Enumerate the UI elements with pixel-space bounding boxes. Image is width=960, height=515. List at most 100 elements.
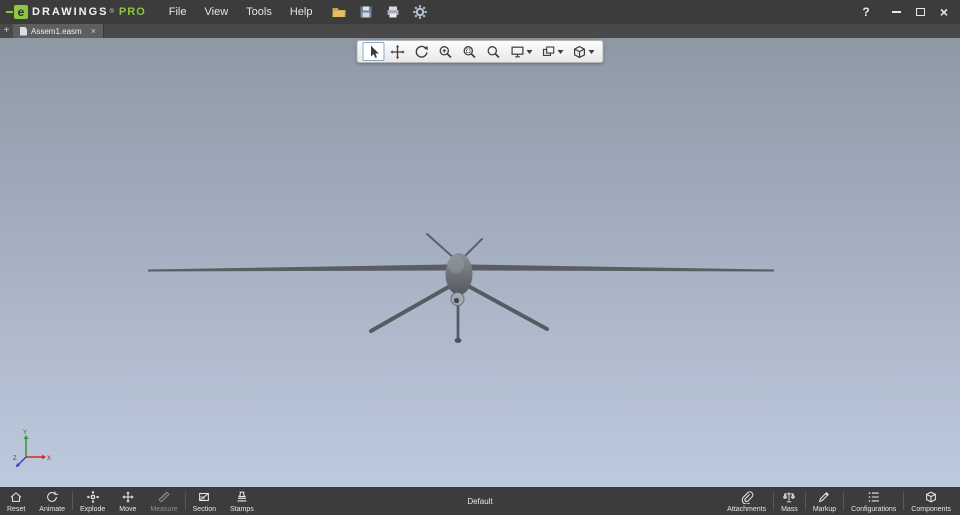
model-views-button[interactable] — [569, 42, 598, 61]
status-bar: Reset Animate Explode Move Measure Secti… — [0, 487, 960, 515]
scale-icon — [783, 491, 796, 502]
menu-file[interactable]: File — [160, 2, 196, 22]
print-icon — [387, 6, 399, 18]
explode-button[interactable]: Explode — [73, 487, 112, 515]
tab-assem1[interactable]: Assem1.easm × — [13, 24, 104, 38]
pan-tool-button[interactable] — [387, 42, 409, 61]
stamps-label: Stamps — [230, 505, 254, 513]
markup-label: Markup — [812, 505, 837, 513]
edrawings-window: e DRAWINGS ® PRO File View Tools Help ? … — [0, 0, 960, 515]
explode-label: Explode — [79, 505, 106, 513]
minimize-icon — [891, 11, 901, 13]
maximize-icon — [915, 8, 925, 16]
new-tab-button[interactable]: + — [0, 24, 13, 38]
pan-arrows-icon — [390, 44, 405, 59]
minimize-button[interactable] — [884, 0, 908, 24]
section-icon — [199, 492, 210, 501]
section-label: Section — [192, 505, 216, 513]
options-button[interactable] — [410, 3, 430, 21]
measure-button: Measure — [143, 487, 184, 515]
triad-z-label: Z — [13, 456, 17, 462]
zoom-fit-tool-button[interactable] — [435, 42, 457, 61]
open-button[interactable] — [329, 3, 349, 21]
chevron-down-icon — [526, 49, 533, 54]
rotate-tool-button[interactable] — [411, 42, 433, 61]
cube-icon — [574, 45, 585, 58]
menu-help[interactable]: Help — [281, 2, 322, 22]
markup-button[interactable]: Markup — [806, 487, 843, 515]
logo-edition: PRO — [118, 6, 146, 18]
animate-button[interactable]: Animate — [32, 487, 72, 515]
help-button[interactable]: ? — [854, 0, 878, 24]
menu-tools[interactable]: Tools — [237, 2, 281, 22]
drone-model-render — [148, 233, 774, 343]
axis-triad: X Y Z — [13, 430, 51, 468]
tab-close-icon[interactable]: × — [91, 26, 96, 36]
configurations-label: Configurations — [851, 505, 897, 513]
view-orientation-icon — [542, 45, 555, 56]
configuration-name: Default — [467, 496, 493, 506]
attachments-label: Attachments — [727, 505, 767, 513]
paperclip-icon — [741, 490, 753, 504]
explode-icon — [86, 490, 99, 503]
section-button[interactable]: Section — [186, 487, 223, 515]
attachments-button[interactable]: Attachments — [720, 487, 773, 515]
move-label: Move — [119, 505, 137, 513]
rotate-arrows-icon — [415, 45, 428, 58]
menu-bar: File View Tools Help — [160, 2, 322, 22]
configurations-button[interactable]: Configurations — [844, 487, 903, 515]
mass-button[interactable]: Mass — [774, 487, 805, 515]
maximize-button[interactable] — [908, 0, 932, 24]
components-button[interactable]: Components — [904, 487, 958, 515]
save-button[interactable] — [356, 3, 376, 21]
app-logo: e DRAWINGS ® PRO — [6, 5, 146, 19]
triad-x-label: X — [47, 456, 51, 462]
triad-y-label: Y — [23, 430, 27, 436]
zoom-area-tool-button[interactable] — [459, 42, 481, 61]
measure-label: Measure — [150, 505, 178, 513]
chevron-down-icon — [557, 49, 564, 54]
close-button[interactable]: × — [932, 0, 956, 24]
logo-dash — [6, 11, 13, 13]
zoom-fit-icon — [439, 45, 452, 58]
animate-label: Animate — [39, 505, 65, 513]
monitor-icon — [511, 46, 524, 57]
3d-viewport[interactable]: X Y Z — [0, 38, 960, 487]
chevron-down-icon — [588, 49, 595, 54]
zoom-area-icon — [463, 45, 476, 58]
open-folder-icon — [332, 8, 346, 17]
reset-label: Reset — [7, 505, 26, 513]
components-label: Components — [911, 505, 951, 513]
view-toolbar — [356, 40, 604, 63]
document-icon — [20, 26, 27, 36]
logo-trademark: ® — [109, 9, 114, 15]
stamp-icon — [237, 491, 247, 501]
logo-e-icon: e — [14, 5, 28, 19]
tab-bar: + Assem1.easm × — [0, 24, 960, 38]
reset-button[interactable]: Reset — [0, 487, 32, 515]
move-icon — [122, 490, 134, 503]
save-floppy-icon — [360, 6, 372, 18]
animate-icon — [47, 491, 58, 502]
statusbar-left-group: Reset Animate Explode Move Measure Secti… — [0, 487, 261, 515]
zoom-icon — [487, 45, 500, 58]
menu-view[interactable]: View — [196, 2, 238, 22]
home-icon — [10, 491, 22, 502]
statusbar-right-group: Attachments Mass Markup Configurations C… — [720, 487, 960, 515]
mass-label: Mass — [781, 505, 798, 513]
components-cube-icon — [926, 491, 937, 502]
select-tool-button[interactable] — [362, 42, 385, 61]
display-mode-button[interactable] — [507, 42, 536, 61]
view-orientation-button[interactable] — [538, 42, 567, 61]
move-button[interactable]: Move — [112, 487, 143, 515]
window-controls: ? × — [854, 0, 960, 24]
logo-name: DRAWINGS — [32, 6, 109, 18]
configurations-list-icon — [868, 491, 879, 502]
pencil-icon — [819, 491, 830, 502]
measure-ruler-icon — [158, 490, 170, 503]
print-button[interactable] — [383, 3, 403, 21]
zoom-tool-button[interactable] — [483, 42, 505, 61]
stamps-button[interactable]: Stamps — [223, 487, 261, 515]
tab-label: Assem1.easm — [31, 26, 82, 36]
gear-icon — [413, 5, 428, 19]
